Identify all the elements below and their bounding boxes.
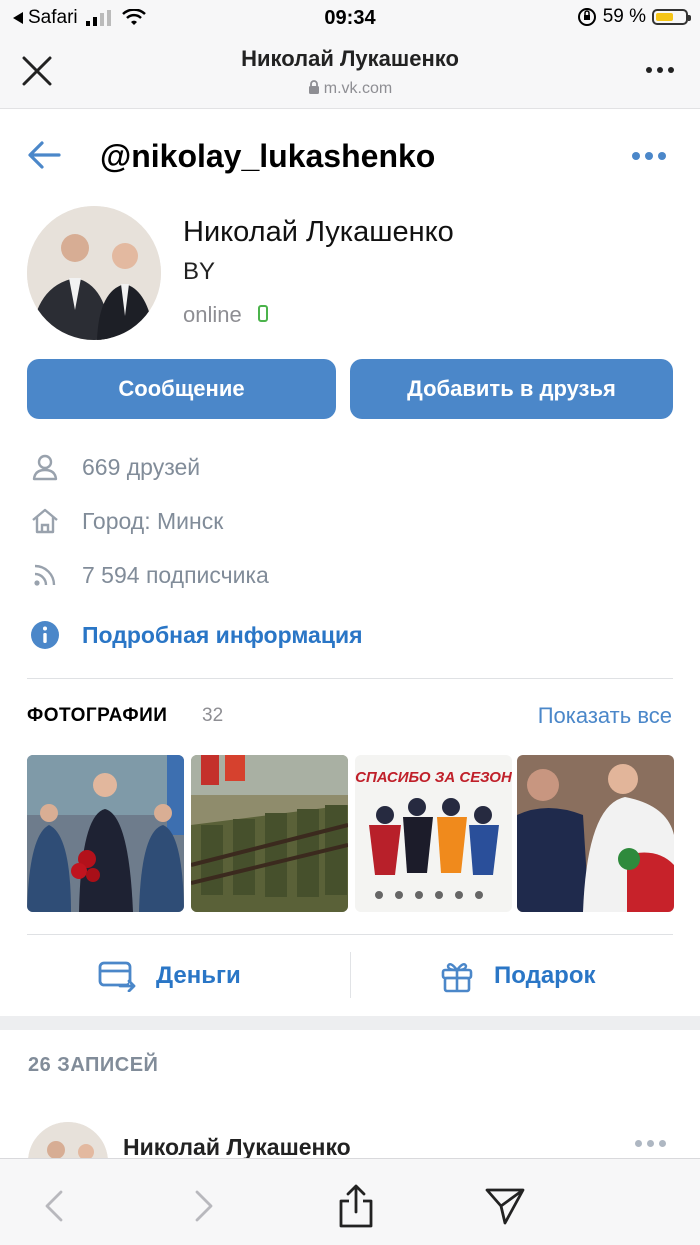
avatar-photo: [27, 206, 161, 340]
rss-icon: [30, 560, 60, 590]
photo-thumbnail[interactable]: [517, 755, 674, 912]
profile-handle: @nikolay_lukashenko: [100, 138, 436, 174]
nav-forward-icon[interactable]: [194, 1190, 214, 1222]
profile-avatar[interactable]: [27, 206, 161, 340]
profile-name: Николай Лукашенко: [183, 216, 454, 248]
more-info-link[interactable]: Подробная информация: [30, 615, 363, 655]
battery-percent: 59 %: [602, 6, 646, 27]
battery-icon: [652, 9, 691, 25]
nav-back-icon[interactable]: [44, 1190, 64, 1222]
back-arrow-icon[interactable]: [27, 140, 61, 170]
poster-headline: СПАСИБО ЗА СЕЗОН: [355, 769, 512, 786]
browser-more-button[interactable]: [646, 67, 674, 73]
lock-icon: [308, 80, 319, 94]
post-author-name[interactable]: Николай Лукашенко: [123, 1134, 351, 1161]
photos-count: 32: [202, 705, 224, 726]
share-icon[interactable]: [337, 1184, 375, 1228]
divider: [27, 678, 673, 679]
page-title: Николай Лукашенко: [241, 46, 459, 71]
photo-thumbnail[interactable]: СПАСИБО ЗА СЕЗОН: [355, 755, 512, 912]
action-separator: [350, 952, 351, 998]
gift-label: Подарок: [494, 962, 596, 989]
post-menu-button[interactable]: [635, 1140, 666, 1147]
more-info-label: Подробная информация: [82, 621, 363, 648]
show-all-photos-link[interactable]: Показать все: [538, 703, 672, 729]
url-text: m.vk.com: [323, 80, 393, 97]
photo-thumbnail[interactable]: [191, 755, 348, 912]
profile-more-button[interactable]: [632, 152, 666, 160]
mobile-online-icon: [258, 305, 268, 322]
add-friend-button[interactable]: Добавить в друзья: [350, 359, 673, 419]
city-row: Город: Минск: [30, 501, 223, 541]
orientation-lock-icon: [577, 8, 596, 26]
money-button[interactable]: Деньги: [98, 950, 241, 1002]
photos-title: ФОТОГРАФИИ: [27, 705, 168, 726]
followers-count: 7 594 подписчика: [82, 561, 269, 588]
gift-button[interactable]: Подарок: [440, 950, 596, 1002]
home-icon: [30, 506, 60, 536]
message-button[interactable]: Сообщение: [27, 359, 336, 419]
divider: [27, 934, 673, 935]
friends-count: 669 друзей: [82, 453, 201, 480]
send-icon[interactable]: [484, 1186, 526, 1226]
status-right: 59 %: [577, 6, 691, 28]
info-icon: [30, 620, 60, 650]
section-separator: [0, 1016, 700, 1030]
online-status: online: [183, 302, 242, 327]
url-bar[interactable]: m.vk.com: [0, 80, 700, 98]
money-label: Деньги: [156, 962, 241, 989]
followers-row[interactable]: 7 594 подписчика: [30, 555, 269, 595]
money-transfer-icon: [98, 961, 136, 992]
user-icon: [30, 452, 60, 482]
posts-count: 26 ЗАПИСЕЙ: [28, 1054, 159, 1076]
photo-thumbnail[interactable]: [27, 755, 184, 912]
profile-country: BY: [183, 258, 216, 285]
city-text: Город: Минск: [82, 507, 224, 534]
gift-icon: [441, 963, 473, 993]
friends-row[interactable]: 669 друзей: [30, 447, 200, 487]
